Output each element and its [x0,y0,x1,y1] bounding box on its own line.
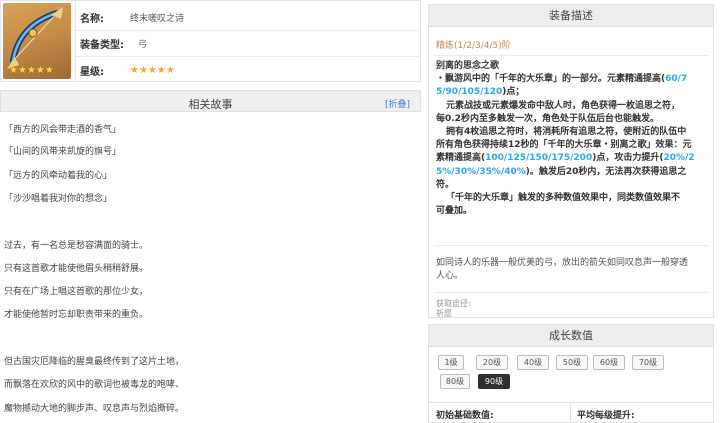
story-line: 「远方的风牵动着我的心」 [4,171,113,181]
weapon-info-card: ★★★★★ 名称: 终末嗟叹之诗 装备类型: 弓 星级: ★★★★★ [0,0,421,82]
effect-description: 别离的思念之歌 ・飘游风中的「千年的大乐章」的一部分。元素精通提高(60/7 5… [436,60,708,218]
type-label: 装备类型: [80,40,124,51]
story-line: 魔物撼动大地的脚步声、叹息声与烈焰撕碎。 [4,404,185,414]
text: )点，攻击力提升( [592,153,664,164]
text: )点； [502,87,525,98]
level-button-20[interactable]: 20级 [476,355,508,370]
story-line: 「沙沙唱着我对你的想念」 [4,194,113,204]
effect-line: 拥有4枚追思之符时，将消耗所有追思之符，使附近的队伍中 [446,127,687,138]
level-button-60[interactable]: 60级 [593,355,625,370]
story-line: 只有在广场上唱这首歌的那位少女， [4,287,149,297]
desc-title: 装备描述 [429,5,713,27]
divider [434,292,708,293]
effect-line: 可叠加。 [436,206,473,217]
stat-header-row: 初始基础数值: 平均每级提升: [429,402,713,422]
rarity-row: 星级: ★★★★★ [76,57,421,83]
effect-title: 别离的思念之歌 [436,61,500,71]
story-line: 但古国灾厄降临的腥臭最终传到了这片土地， [4,357,185,367]
base-value-label: 初始基础数值: [436,411,494,421]
growth-panel: 成长数值 1级 20级 40级 50级 60级 70级 80级 90级 初始基础… [428,324,714,423]
value: 5%/30%/35%/40% [436,166,526,177]
value: 60/7 [665,74,688,85]
effect-line: 5/90/105/120)点； [436,86,708,99]
value: 20%/2 [663,153,695,164]
text: 素精通提高( [436,153,486,164]
effect-line: 素精通提高(100/125/150/175/200)点，攻击力提升(20%/2 [436,152,708,165]
rarity-stars: ★★★★★ [130,65,177,76]
effect-line: 元素战技或元素爆发命中敌人时，角色获得一枚追思之符， [446,100,681,111]
effect-line: 5%/30%/35%/40%)。触发后20秒内，无法再次获得追思之 [436,166,708,179]
refine-levels: 精炼(1/2/3/4/5)阶 [436,41,511,51]
divider [434,55,708,56]
flavor-text: 如同诗人的乐器一般优美的弓，放出的箭矢如同叹息声一般穿透 人心。 [436,257,708,283]
effect-line: 符。 [436,179,455,190]
story-line: 才能使他暂时忘却职责带来的重负。 [4,310,149,320]
level-button-50[interactable]: 50级 [556,355,588,370]
level-button-90[interactable]: 90级 [478,374,510,389]
level-button-40[interactable]: 40级 [517,355,549,370]
rarity-stars-text: ★★★★★ [130,64,175,76]
level-button-70[interactable]: 70级 [632,355,664,370]
weapon-thumbnail: ★★★★★ [3,3,71,79]
story-line: 「山间的风带来凯旋的旗号」 [4,147,122,157]
level-button-1[interactable]: 1级 [438,355,464,370]
story-line: 只有这首歌才能使他眉头稍稍舒展。 [4,264,149,274]
story-line: 而飘落在欢欣的风中的歌词也被毒龙的咆哮、 [4,380,185,390]
name-value: 终末嗟叹之诗 [130,14,185,24]
value: 100/125/150/175/200 [485,153,593,164]
name-row: 名称: 终末嗟叹之诗 [76,5,421,31]
type-value: 弓 [138,40,148,50]
thumb-rarity-stars: ★★★★★ [9,66,54,76]
name-label: 名称: [80,14,104,25]
value: 5/90/105/120 [436,87,503,98]
thumb-stars-text: ★★★★★ [9,65,54,76]
text: ・飘游风中的「千年的大乐章」的一部分。元素精通提高( [436,74,666,85]
story-line: 「西方的风会带走酒的香气」 [4,125,122,135]
effect-line: 所有角色获得持续12秒的「千年的大乐章・别离之歌」效果：元 [436,140,692,151]
source-value: 祈愿 [436,309,452,318]
level-button-80[interactable]: 80级 [440,374,470,389]
story-title: 相关故事 [188,98,233,111]
effect-line: 「千年的大乐章」触发的多种数值效果中，同类数值效果不 [446,193,681,204]
flavor-line: 人心。 [436,271,464,281]
growth-title: 成长数值 [429,325,713,347]
divider [570,403,571,422]
left-panel: ★★★★★ 名称: 终末嗟叹之诗 装备类型: 弓 星级: ★★★★★ 相关故事 … [0,0,421,423]
flavor-line: 如同诗人的乐器一般优美的弓，放出的箭矢如同叹息声一般穿透 [436,258,689,268]
fold-toggle[interactable]: [折叠] [385,97,410,110]
divider [434,245,708,246]
effect-line: ・飘游风中的「千年的大乐章」的一部分。元素精通提高(60/7 [436,73,708,86]
story-header: 相关故事 [折叠] [0,90,421,112]
equipment-description-panel: 装备描述 精炼(1/2/3/4/5)阶 别离的思念之歌 ・飘游风中的「千年的大乐… [428,4,714,318]
text: )。触发后20秒内，无法再次获得追思之 [525,166,687,177]
type-row: 装备类型: 弓 [76,31,421,57]
rarity-label: 星级: [80,66,104,78]
effect-line: 每0.2秒内至多触发一次，角色处于队伍后台也能触发。 [436,113,659,124]
per-level-label: 平均每级提升: [577,411,635,421]
story-line: 过去，有一名总是愁容满面的骑士。 [4,241,149,251]
